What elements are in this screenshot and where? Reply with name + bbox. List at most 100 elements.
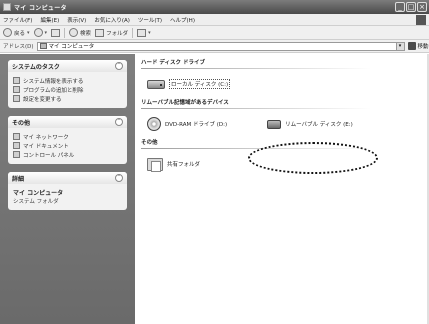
back-label: 戻る xyxy=(14,30,26,37)
go-button[interactable]: 移動 xyxy=(407,42,429,50)
collapse-icon[interactable]: ˄ xyxy=(115,118,123,126)
documents-icon xyxy=(13,142,20,149)
task-add-remove-programs[interactable]: プログラムの追加と削除 xyxy=(13,85,122,94)
dvd-drive-icon xyxy=(147,117,161,131)
menu-edit[interactable]: 編集(E) xyxy=(40,16,59,24)
task-change-settings[interactable]: 設定を変更する xyxy=(13,94,122,103)
place-control-panel[interactable]: コントロール パネル xyxy=(13,150,122,159)
back-arrow-icon xyxy=(3,28,12,37)
address-field[interactable]: マイ コンピュータ ▾ xyxy=(36,41,405,51)
details-name: マイ コンピュータ xyxy=(13,190,64,197)
other-row: 共有フォルダ xyxy=(141,152,423,176)
toolbar: 戻る ▾ ▾ 検索 フォルダ ▾ xyxy=(0,26,429,40)
computer-icon xyxy=(39,43,47,49)
back-button[interactable]: 戻る ▾ xyxy=(3,28,30,37)
place-my-documents[interactable]: マイ ドキュメント xyxy=(13,141,122,150)
panel-title: システムのタスク xyxy=(12,63,60,71)
place-my-network[interactable]: マイ ネットワーク xyxy=(13,132,122,141)
window-controls: _ □ × xyxy=(395,2,427,12)
dvd-label: DVD-RAM ドライブ (D:) xyxy=(165,122,228,128)
content-area: ハード ディスク ドライブ ローカル ディスク (C:) リムーバブル記憶域があ… xyxy=(135,54,429,324)
forward-arrow-icon xyxy=(33,28,43,37)
hard-drive-icon xyxy=(147,79,165,89)
control-panel-icon xyxy=(13,151,20,158)
menu-help[interactable]: ヘルプ(H) xyxy=(170,16,195,24)
folders-icon xyxy=(95,28,105,37)
chevron-down-icon: ▾ xyxy=(27,29,30,36)
removable-row: DVD-RAM ドライブ (D:) リムーバブル ディスク (E:) xyxy=(141,112,423,136)
folders-button[interactable]: フォルダ xyxy=(95,28,129,37)
local-disk-label: ローカル ディスク (C:) xyxy=(169,79,231,89)
removable-disk-e[interactable]: リムーバブル ディスク (E:) xyxy=(267,119,353,129)
place-label: コントロール パネル xyxy=(23,152,75,159)
network-icon xyxy=(13,133,20,140)
panel-title: その他 xyxy=(12,119,31,127)
folder-up-icon xyxy=(51,28,61,37)
forward-button[interactable]: ▾ xyxy=(33,28,48,37)
removable-disk-label: リムーバブル ディスク (E:) xyxy=(285,122,353,128)
go-label: 移動 xyxy=(417,44,429,50)
shared-folder[interactable]: 共有フォルダ xyxy=(147,157,201,172)
address-bar: アドレス(D) マイ コンピュータ ▾ 移動 xyxy=(0,40,429,53)
task-pane: システムのタスク ˄ システム情報を表示する プログラムの追加と削除 設定を変更… xyxy=(0,54,135,324)
menu-favorites[interactable]: お気に入り(A) xyxy=(94,16,130,24)
details-header[interactable]: 詳細 ˄ xyxy=(8,172,127,184)
search-icon xyxy=(69,28,79,37)
task-label: システム情報を表示する xyxy=(23,78,84,85)
title-bar: マイ コンピュータ _ □ × xyxy=(0,0,429,14)
maximize-button[interactable]: □ xyxy=(406,2,416,12)
chevron-down-icon: ▾ xyxy=(148,29,151,36)
minimize-button[interactable]: _ xyxy=(395,2,405,12)
programs-icon xyxy=(13,86,20,93)
address-label: アドレス(D) xyxy=(3,44,34,50)
task-label: 設定を変更する xyxy=(23,96,62,103)
views-button[interactable]: ▾ xyxy=(137,28,151,37)
hard-drives-header: ハード ディスク ドライブ xyxy=(141,60,205,66)
my-computer-window: マイ コンピュータ _ □ × ファイル(F) 編集(E) 表示(V) お気に入… xyxy=(0,0,429,324)
computer-icon xyxy=(3,3,11,11)
address-dropdown-icon[interactable]: ▾ xyxy=(395,42,404,50)
details-panel: 詳細 ˄ マイ コンピュータ システム フォルダ xyxy=(8,172,127,210)
search-button[interactable]: 検索 xyxy=(69,28,91,37)
task-view-system-info[interactable]: システム情報を表示する xyxy=(13,76,122,85)
go-arrow-icon xyxy=(407,42,416,50)
local-disk-c[interactable]: ローカル ディスク (C:) xyxy=(147,79,231,89)
group-divider xyxy=(141,148,371,149)
task-label: プログラムの追加と削除 xyxy=(23,87,84,94)
shared-folder-icon xyxy=(147,157,163,172)
up-button[interactable] xyxy=(51,28,61,37)
group-divider xyxy=(141,108,371,109)
menu-view[interactable]: 表示(V) xyxy=(67,16,86,24)
address-value: マイ コンピュータ xyxy=(48,44,95,50)
windows-logo-icon xyxy=(416,15,426,25)
details-subtitle: システム フォルダ xyxy=(13,199,59,205)
window-title: マイ コンピュータ xyxy=(14,4,67,12)
views-icon xyxy=(137,28,147,37)
menu-file[interactable]: ファイル(F) xyxy=(3,16,32,24)
system-info-icon xyxy=(13,77,20,84)
collapse-icon[interactable]: ˄ xyxy=(115,62,123,70)
other-places-header[interactable]: その他 ˄ xyxy=(8,116,127,128)
close-button[interactable]: × xyxy=(417,2,427,12)
menu-bar: ファイル(F) 編集(E) 表示(V) お気に入り(A) ツール(T) ヘルプ(… xyxy=(0,14,429,26)
system-tasks-header[interactable]: システムのタスク ˄ xyxy=(8,60,127,72)
place-label: マイ ドキュメント xyxy=(23,143,69,150)
toolbar-separator xyxy=(132,27,134,38)
folders-label: フォルダ xyxy=(106,30,129,37)
removable-disk-icon xyxy=(267,119,282,129)
group-divider xyxy=(141,68,371,69)
dvd-drive-d[interactable]: DVD-RAM ドライブ (D:) xyxy=(147,117,227,131)
toolbar-separator xyxy=(64,27,66,38)
removable-header: リムーバブル記憶域があるデバイス xyxy=(141,100,229,106)
other-header: その他 xyxy=(141,140,158,146)
search-label: 検索 xyxy=(80,30,92,37)
system-tasks-panel: システムのタスク ˄ システム情報を表示する プログラムの追加と削除 設定を変更… xyxy=(8,60,127,108)
hard-drives-row: ローカル ディスク (C:) xyxy=(141,72,423,96)
chevron-down-icon: ▾ xyxy=(44,29,48,36)
collapse-icon[interactable]: ˄ xyxy=(115,174,123,182)
shared-folder-label: 共有フォルダ xyxy=(167,162,201,168)
panel-title: 詳細 xyxy=(12,175,25,183)
settings-icon xyxy=(13,95,20,102)
place-label: マイ ネットワーク xyxy=(23,134,69,141)
menu-tools[interactable]: ツール(T) xyxy=(138,16,162,24)
